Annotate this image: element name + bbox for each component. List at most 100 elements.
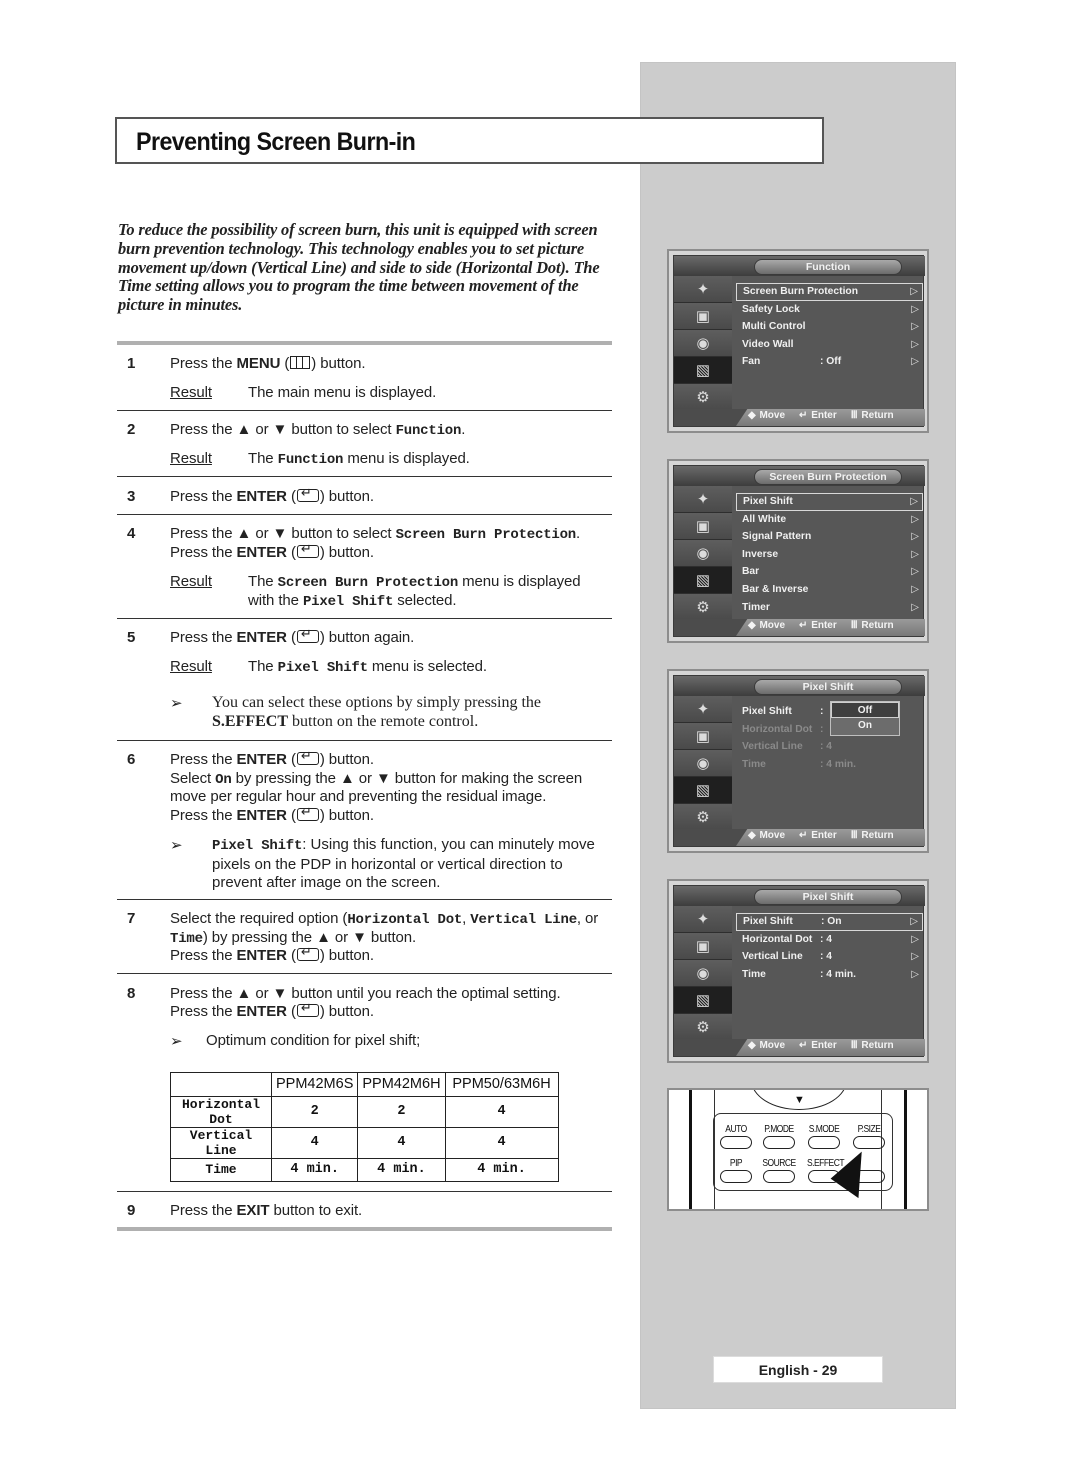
remote-edge [904, 1090, 907, 1209]
tv-option-off[interactable]: Off [831, 702, 899, 718]
chevron-right-icon: ▷ [911, 601, 919, 613]
picture-icon: ▣ [695, 308, 711, 325]
tv-menu-item[interactable]: Signal Pattern ▷ [736, 528, 923, 546]
tv-menu-body: Function ✦ ▣ ◉ ▧ ⚙ Screen Burn Protection ▷ Safe… [673, 255, 925, 427]
tv-hint-enter: ↵ Enter [799, 410, 837, 421]
tv-menu-item[interactable]: All White ▷ [736, 511, 923, 529]
function-icon: ▧ [695, 782, 711, 799]
tv-menu-item[interactable]: Fan: Off ▷ [736, 353, 923, 371]
table-cell: 2 [357, 1095, 446, 1128]
sound-icon: ◉ [696, 965, 710, 982]
tv-sidebar-item[interactable]: ▧ [674, 357, 732, 384]
tv-sidebar-item[interactable]: ◉ [674, 750, 732, 777]
tv-menu-item-label: Time [742, 968, 766, 980]
step-instruction: Press the MENU () button. [170, 355, 366, 372]
step-number: 4 [127, 525, 136, 542]
step-instruction: Select the required option (Horizontal D… [170, 910, 599, 928]
tv-menu-item[interactable]: Time: 4 min. ▷ [736, 966, 923, 984]
remote-button-auto: AUTO [716, 1124, 756, 1149]
tv-menu-item[interactable]: Multi Control ▷ [736, 318, 923, 336]
tv-menu-item[interactable]: Pixel Shift: On ▷ [736, 913, 923, 931]
tv-menu-sidebar: ✦ ▣ ◉ ▧ ⚙ [674, 276, 732, 411]
step-instruction: Press the ENTER () button. [170, 748, 374, 768]
tv-menu-item-label: Video Wall [742, 338, 794, 350]
tv-sidebar-item[interactable]: ▣ [674, 723, 732, 750]
tv-sidebar-item[interactable]: ◉ [674, 540, 732, 567]
table-cell: 4 [444, 1095, 559, 1128]
tv-hint-move: ◆ Move [748, 410, 786, 421]
tv-menu-item[interactable]: Safety Lock ▷ [736, 301, 923, 319]
tv-option-on[interactable]: On [831, 718, 899, 734]
remote-button-smode: S.MODE [804, 1124, 844, 1149]
pixel-shift-table: PPM42M6S PPM42M6H PPM50/63M6H Horizontal… [170, 1072, 559, 1182]
tv-sidebar-item[interactable]: ▧ [674, 567, 732, 594]
tv-menu-item-label: Vertical Line [742, 951, 803, 963]
table-row: Time 4 min. 4 min. 4 min. [170, 1157, 559, 1182]
chevron-right-icon: ▷ [911, 303, 919, 315]
tv-menu-item-label: All White [742, 513, 787, 525]
tv-sidebar-item[interactable]: ▣ [674, 513, 732, 540]
tv-menu-title: Screen Burn Protection [754, 469, 902, 485]
remote-button-pmode: P.MODE [759, 1124, 799, 1149]
tv-menu-screen: Pixel Shift ✦ ▣ ◉ ▧ ⚙ Pixel Shift: Horizontal D… [667, 669, 929, 853]
remote-button-source: SOURCE [759, 1158, 799, 1183]
tv-sidebar-item[interactable]: ▣ [674, 303, 732, 330]
setup-icon: ⚙ [696, 389, 710, 406]
step-result: Result The main menu is displayed. [170, 384, 437, 401]
tv-sidebar-item[interactable]: ⚙ [674, 384, 732, 411]
tv-menu-item[interactable]: Time: 4 min. [736, 756, 923, 774]
tv-menu-item[interactable]: Video Wall ▷ [736, 336, 923, 354]
tv-menu-item[interactable]: Vertical Line: 4 [736, 738, 923, 756]
tv-sidebar-item[interactable]: ▧ [674, 987, 732, 1014]
tv-sidebar-item[interactable]: ✦ [674, 486, 732, 513]
tv-menu-item[interactable]: Inverse ▷ [736, 546, 923, 564]
tv-menu-item-label: Multi Control [742, 321, 806, 333]
chevron-right-icon: ▷ [911, 583, 919, 595]
note-arrow-icon: ➢ [170, 1033, 183, 1050]
tv-menu-item[interactable]: Bar ▷ [736, 563, 923, 581]
tv-sidebar-item[interactable]: ⚙ [674, 804, 732, 831]
divider [117, 899, 612, 900]
tv-menu-item-value: : 4 min. [820, 968, 857, 980]
tv-menu-item[interactable]: Bar & Inverse ▷ [736, 581, 923, 599]
divider [117, 410, 612, 411]
tv-menu-item-label: Vertical Line [742, 741, 803, 753]
chevron-right-icon: ▷ [910, 286, 918, 297]
tv-sidebar-item[interactable]: ▣ [674, 933, 732, 960]
remote-button-psize: P.SIZE [849, 1124, 889, 1149]
tv-sidebar-item[interactable]: ✦ [674, 276, 732, 303]
tv-menu-sidebar: ✦ ▣ ◉ ▧ ⚙ [674, 906, 732, 1041]
table-row: Horizontal Dot 2 2 4 [170, 1095, 559, 1128]
tv-sidebar-item[interactable]: ✦ [674, 696, 732, 723]
divider [117, 341, 612, 345]
tv-menu-footer: ◆ Move ↵ Enter Ⅲ Return [674, 409, 925, 426]
tv-menu-item[interactable]: Vertical Line: 4 ▷ [736, 948, 923, 966]
chevron-right-icon: ▷ [911, 513, 919, 525]
tv-menu-header: Pixel Shift [674, 886, 925, 906]
tv-menu-item[interactable]: Horizontal Dot: 4 ▷ [736, 931, 923, 949]
tv-sidebar-item[interactable]: ⚙ [674, 594, 732, 621]
tv-menu-item-value: : Off [820, 356, 842, 368]
tv-menu-item[interactable]: Timer ▷ [736, 599, 923, 617]
tv-menu-item-label: Timer [742, 601, 770, 613]
tv-menu-item-label: Screen Burn Protection [743, 286, 859, 297]
tv-hint-return: Ⅲ Return [850, 620, 894, 631]
tv-menu-item[interactable]: Pixel Shift ▷ [736, 493, 923, 511]
remote-control-image: ▼ AUTO P.MODE S.MODE P.SIZE PIP SOURCE S… [667, 1088, 929, 1211]
setup-icon: ⚙ [696, 809, 710, 826]
tv-sidebar-item[interactable]: ✦ [674, 906, 732, 933]
table-header-row: PPM42M6S PPM42M6H PPM50/63M6H [170, 1072, 559, 1097]
divider [117, 618, 612, 619]
tv-menu-item[interactable]: Screen Burn Protection ▷ [736, 283, 923, 301]
tv-sidebar-item[interactable]: ◉ [674, 960, 732, 987]
tv-sidebar-item[interactable]: ▧ [674, 777, 732, 804]
tv-sidebar-item[interactable]: ◉ [674, 330, 732, 357]
table-header: PPM42M6S [270, 1072, 359, 1097]
page-title: Preventing Screen Burn-in [136, 128, 416, 156]
tv-sidebar-item[interactable]: ⚙ [674, 1014, 732, 1041]
divider [117, 1227, 612, 1231]
tv-menu-screen: Screen Burn Protection ✦ ▣ ◉ ▧ ⚙ Pixel Shift ▷ A… [667, 459, 929, 643]
step-number: 5 [127, 629, 136, 646]
tv-menu-item-value: : 4 [820, 951, 833, 963]
tv-hint-move: ◆ Move [748, 1040, 786, 1051]
